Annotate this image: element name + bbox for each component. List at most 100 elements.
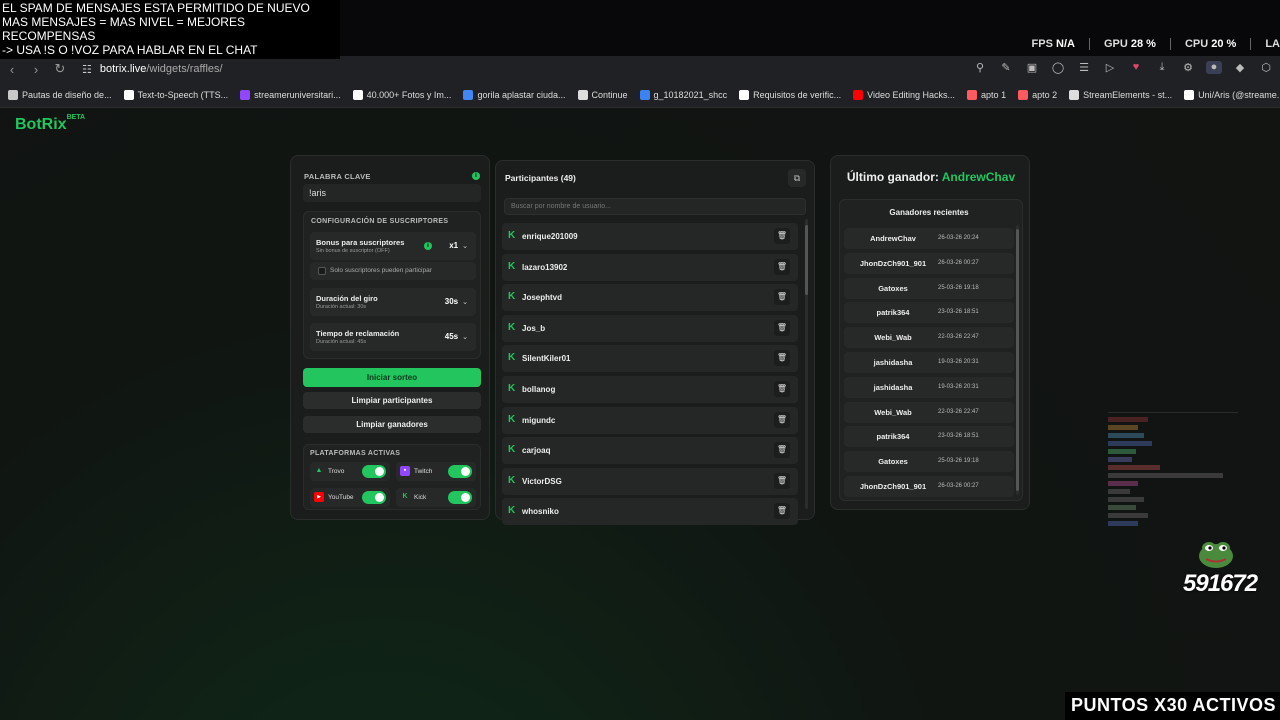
- trash-icon[interactable]: 🗑: [774, 350, 790, 367]
- clear-participants-button[interactable]: Limpiar participantes: [303, 392, 481, 409]
- twitch-icon: [240, 89, 251, 100]
- bonus-select[interactable]: x1 ⌄: [449, 241, 468, 250]
- youtube-toggle[interactable]: [362, 491, 386, 504]
- search-icon[interactable]: ⚲: [972, 61, 988, 74]
- participant-name: SilentKiler01: [522, 354, 571, 364]
- trash-icon[interactable]: 🗑: [774, 503, 790, 520]
- participant-row: K Jos_b 🗑: [502, 314, 798, 342]
- kick-icon: K: [508, 474, 516, 486]
- winner-name: jashidasha: [873, 382, 913, 392]
- bookmark-item[interactable]: Pautas de diseño de...: [8, 89, 112, 100]
- bookmark-item[interactable]: g_10182021_shcc: [639, 89, 727, 100]
- winner-list: AndrewChav 26-03-26 20:24 JhonDzCh901_901 2…: [844, 228, 1014, 501]
- bookmark-item[interactable]: streameruniversitari...: [240, 89, 341, 100]
- url-field[interactable]: ☷ botrix.live/widgets/raffles/: [82, 63, 223, 76]
- airbnb-icon: [1018, 89, 1029, 100]
- winner-name: Gatoxes: [878, 457, 908, 467]
- keyword-input[interactable]: !aris: [303, 184, 481, 202]
- profile-icon[interactable]: ●: [1206, 61, 1222, 74]
- page-icon: [577, 89, 588, 100]
- claim-time-select[interactable]: 45s ⌄: [445, 332, 468, 341]
- bookmark-item[interactable]: apto 2: [1018, 89, 1057, 100]
- bookmark-item[interactable]: Video Editing Hacks...: [853, 89, 955, 100]
- trovo-toggle[interactable]: [362, 465, 386, 478]
- checkbox-icon[interactable]: [318, 267, 326, 275]
- kick-icon: K: [508, 382, 516, 394]
- bookmark-item[interactable]: Continue: [577, 89, 628, 100]
- trash-icon[interactable]: 🗑: [774, 289, 790, 306]
- winner-row: Webi_Wab 22-03-26 22:47: [844, 401, 1014, 423]
- bookmark-item[interactable]: 40.000+ Fotos y Im...: [352, 89, 451, 100]
- kick-icon: K: [508, 444, 516, 456]
- kick-icon: K: [508, 260, 516, 272]
- trash-icon[interactable]: 🗑: [774, 472, 790, 489]
- start-raffle-button[interactable]: Iniciar sorteo: [303, 368, 481, 387]
- last-winner-name: AndrewChav: [941, 170, 1016, 184]
- extensions-icon[interactable]: ⚙: [1180, 61, 1196, 74]
- kick-icon: K: [402, 493, 408, 500]
- camera-icon[interactable]: ▣: [1024, 61, 1040, 74]
- spin-duration-select[interactable]: 30s ⌄: [445, 297, 468, 306]
- participant-name: VictorDSG: [522, 476, 562, 486]
- kick-icon: K: [508, 291, 516, 303]
- platform-twitch: ▪ Twitch: [396, 462, 476, 481]
- bookmark-item[interactable]: gorila aplastar ciuda...: [463, 89, 566, 100]
- winner-date: 25-03-26 19:18: [938, 284, 979, 291]
- subs-only-checkbox[interactable]: Solo suscriptores pueden participar: [310, 262, 476, 280]
- winner-row: Webi_Wab 22-03-26 22:47: [844, 327, 1014, 349]
- x-icon: [739, 89, 750, 100]
- spin-duration-option: Duración del giro Duración actual: 30s 3…: [310, 288, 476, 316]
- winner-name: Gatoxes: [878, 283, 908, 293]
- kick-icon: K: [508, 413, 516, 425]
- toolbar-icons: ⚲ ✎ ▣ ◯ ☰ ▷ ♥ ⤓ ⚙ ● ◆ ⬡: [972, 61, 1274, 74]
- site-info-icon[interactable]: ☷: [82, 63, 92, 76]
- forward-icon[interactable]: ›: [24, 62, 48, 77]
- twitch-toggle[interactable]: [448, 465, 472, 478]
- cube-icon[interactable]: ⬡: [1258, 61, 1274, 74]
- participant-row: K Josephtvd 🗑: [502, 284, 798, 312]
- kick-icon: K: [508, 230, 516, 241]
- kick-toggle[interactable]: [448, 491, 472, 504]
- bookmark-item[interactable]: Text-to-Speech (TTS...: [123, 89, 228, 100]
- winner-date: 19-03-26 20:31: [938, 383, 979, 390]
- shield-icon[interactable]: ◯: [1050, 61, 1066, 74]
- participant-search-input[interactable]: Buscar por nombre de usuario...: [504, 198, 806, 215]
- play-icon[interactable]: ▷: [1102, 61, 1118, 74]
- reload-icon[interactable]: ↻: [48, 61, 72, 77]
- winners-scrollbar[interactable]: [1016, 225, 1019, 495]
- trash-icon[interactable]: 🗑: [774, 442, 790, 459]
- download-icon[interactable]: ⤓: [1154, 61, 1170, 74]
- subscriber-bonus-option: Bonus para suscriptores Sin bonus de sus…: [310, 232, 476, 260]
- winner-date: 19-03-26 20:31: [938, 358, 979, 365]
- bookmark-icon: [8, 89, 18, 100]
- winner-date: 25-03-26 19:18: [938, 458, 979, 465]
- trash-icon[interactable]: 🗑: [774, 258, 790, 275]
- heart-icon[interactable]: ♥: [1128, 61, 1144, 74]
- botrix-logo[interactable]: BotRixBETA: [15, 114, 85, 134]
- trash-icon[interactable]: 🗑: [774, 411, 790, 428]
- fps-value: N/A: [1056, 38, 1075, 50]
- back-icon[interactable]: ‹: [0, 62, 24, 77]
- participant-row: Kenrique201009 🗑: [502, 223, 798, 250]
- trash-icon[interactable]: 🗑: [774, 319, 790, 336]
- trash-icon[interactable]: 🗑: [774, 228, 790, 244]
- clear-winners-button[interactable]: Limpiar ganadores: [303, 416, 481, 433]
- participants-scrollbar[interactable]: [805, 219, 808, 509]
- edit-icon[interactable]: ✎: [998, 61, 1014, 74]
- info-icon[interactable]: i: [472, 172, 480, 180]
- kick-icon: K: [508, 352, 516, 364]
- overlay-line: EL SPAM DE MENSAJES ESTA PERMITIDO DE NU…: [2, 1, 310, 15]
- bookmark-item[interactable]: Uni/Aris (@streame...: [1184, 89, 1280, 100]
- bookmark-item[interactable]: Requisitos de verific...: [739, 89, 841, 100]
- diamond-icon[interactable]: ◆: [1232, 61, 1248, 74]
- bookmark-item[interactable]: apto 1: [967, 89, 1006, 100]
- participant-row: Klazaro13902 🗑: [502, 253, 798, 281]
- participant-name: Jos_b: [522, 323, 546, 333]
- bookmark-item[interactable]: StreamElements - st...: [1069, 89, 1172, 100]
- layers-icon[interactable]: ☰: [1076, 61, 1092, 74]
- info-icon[interactable]: i: [424, 242, 432, 250]
- trash-icon[interactable]: 🗑: [774, 380, 790, 397]
- copy-icon[interactable]: ⧉: [788, 169, 806, 187]
- winner-name: Webi_Wab: [874, 407, 912, 417]
- participant-name: Josephtvd: [522, 293, 563, 303]
